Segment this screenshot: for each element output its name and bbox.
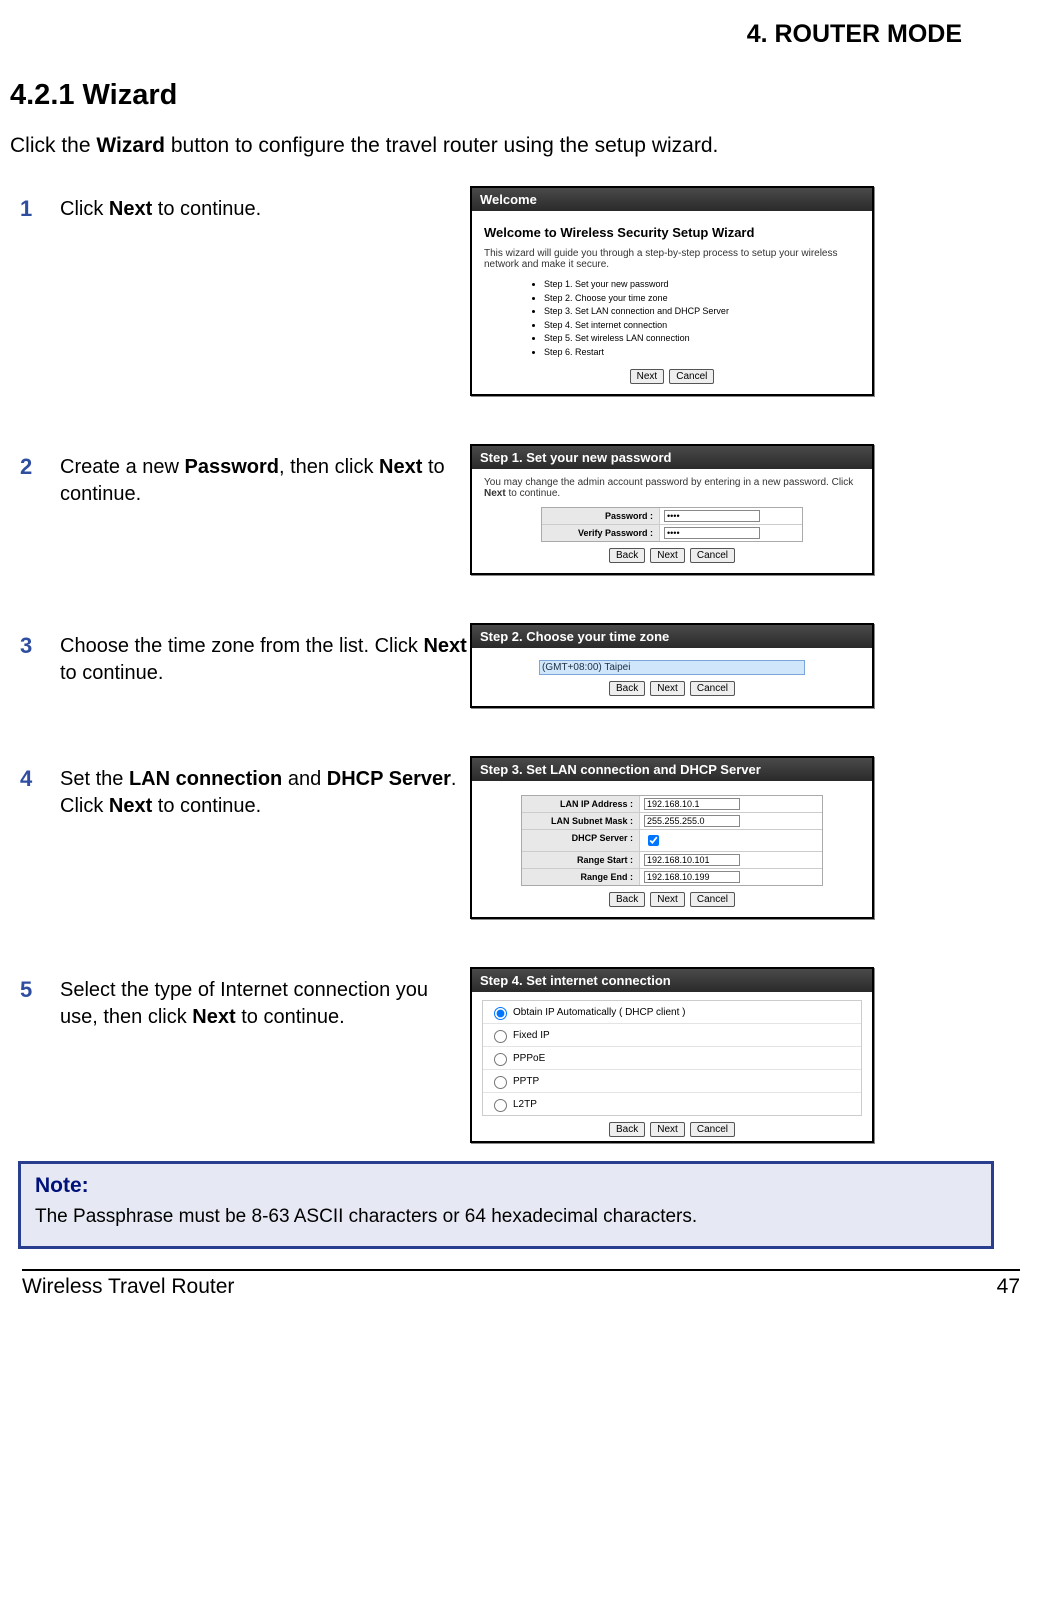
cancel-button[interactable]: Cancel (690, 1122, 735, 1137)
radio-label: L2TP (513, 1099, 537, 1110)
range-end-input[interactable] (644, 871, 740, 883)
note-body: The Passphrase must be 8-63 ASCII charac… (35, 1206, 977, 1228)
next-button[interactable]: Next (630, 369, 665, 384)
section-title: 4.2.1 Wizard (10, 79, 1002, 112)
window-titlebar: Step 1. Set your new password (472, 446, 872, 469)
step-number: 3 (10, 633, 60, 659)
next-button[interactable]: Next (650, 681, 685, 696)
step-number: 5 (10, 977, 60, 1003)
intro-post: button to configure the travel router us… (165, 134, 718, 157)
step-description: Select the type of Internet connection y… (60, 977, 470, 1031)
note-title: Note: (35, 1174, 977, 1198)
list-item: Step 4. Set internet connection (544, 319, 860, 333)
dhcp-server-label: DHCP Server : (522, 830, 640, 851)
password-instructions: You may change the admin account passwor… (484, 477, 860, 499)
next-button[interactable]: Next (650, 1122, 685, 1137)
intro-pre: Click the (10, 134, 96, 157)
back-button[interactable]: Back (609, 1122, 645, 1137)
screenshot-timezone: Step 2. Choose your time zone (GMT+08:00… (470, 623, 874, 708)
range-start-label: Range Start : (522, 852, 640, 868)
window-titlebar: Welcome (472, 188, 872, 211)
password-label: Password : (542, 508, 660, 524)
list-item: Step 2. Choose your time zone (544, 292, 860, 306)
next-button[interactable]: Next (650, 548, 685, 563)
list-item: Step 5. Set wireless LAN connection (544, 332, 860, 346)
lan-ip-input[interactable] (644, 798, 740, 810)
chapter-header: 4. ROUTER MODE (10, 20, 962, 49)
lan-subnet-input[interactable] (644, 815, 740, 827)
note-box: Note: The Passphrase must be 8-63 ASCII … (18, 1161, 994, 1249)
intro-bold: Wizard (96, 134, 165, 157)
radio-l2tp[interactable] (494, 1099, 507, 1112)
dhcp-server-checkbox[interactable] (648, 835, 659, 846)
intro-paragraph: Click the Wizard button to configure the… (10, 134, 1002, 158)
cancel-button[interactable]: Cancel (690, 892, 735, 907)
cancel-button[interactable]: Cancel (690, 548, 735, 563)
password-input[interactable] (664, 510, 760, 522)
page-footer: Wireless Travel Router 47 (22, 1269, 1020, 1299)
wizard-subtitle: This wizard will guide you through a ste… (484, 248, 860, 270)
radio-fixed-ip[interactable] (494, 1030, 507, 1043)
window-titlebar: Step 3. Set LAN connection and DHCP Serv… (472, 758, 872, 781)
window-titlebar: Step 4. Set internet connection (472, 969, 872, 992)
list-item: Step 1. Set your new password (544, 278, 860, 292)
radio-dhcp-client[interactable] (494, 1007, 507, 1020)
next-button[interactable]: Next (650, 892, 685, 907)
back-button[interactable]: Back (609, 548, 645, 563)
back-button[interactable]: Back (609, 681, 645, 696)
list-item: Step 6. Restart (544, 346, 860, 360)
step-description: Create a new Password, then click Next t… (60, 454, 470, 508)
radio-pppoe[interactable] (494, 1053, 507, 1066)
radio-pptp[interactable] (494, 1076, 507, 1089)
timezone-select[interactable]: (GMT+08:00) Taipei (539, 660, 805, 675)
screenshot-lan-dhcp: Step 3. Set LAN connection and DHCP Serv… (470, 756, 874, 919)
step-4: 4 Set the LAN connection and DHCP Server… (10, 756, 1002, 919)
step-description: Choose the time zone from the list. Clic… (60, 633, 470, 687)
screenshot-internet-conn: Step 4. Set internet connection Obtain I… (470, 967, 874, 1143)
step-description: Click Next to continue. (60, 196, 261, 223)
lan-ip-label: LAN IP Address : (522, 796, 640, 812)
range-start-input[interactable] (644, 854, 740, 866)
wizard-heading: Welcome to Wireless Security Setup Wizar… (484, 225, 860, 240)
cancel-button[interactable]: Cancel (690, 681, 735, 696)
verify-password-label: Verify Password : (542, 525, 660, 541)
step-number: 1 (10, 196, 60, 222)
verify-password-input[interactable] (664, 527, 760, 539)
footer-left: Wireless Travel Router (22, 1275, 234, 1299)
radio-label: PPTP (513, 1076, 539, 1087)
cancel-button[interactable]: Cancel (669, 369, 714, 384)
page-number: 47 (997, 1275, 1020, 1299)
step-3: 3 Choose the time zone from the list. Cl… (10, 623, 1002, 708)
step-number: 4 (10, 766, 60, 792)
screenshot-welcome: Welcome Welcome to Wireless Security Set… (470, 186, 874, 396)
step-1: 1 Click Next to continue. Welcome Welcom… (10, 186, 1002, 396)
step-5: 5 Select the type of Internet connection… (10, 967, 1002, 1143)
window-titlebar: Step 2. Choose your time zone (472, 625, 872, 648)
radio-label: Obtain IP Automatically ( DHCP client ) (513, 1007, 685, 1018)
lan-subnet-label: LAN Subnet Mask : (522, 813, 640, 829)
step-2: 2 Create a new Password, then click Next… (10, 444, 1002, 575)
radio-label: Fixed IP (513, 1030, 550, 1041)
screenshot-password: Step 1. Set your new password You may ch… (470, 444, 874, 575)
list-item: Step 3. Set LAN connection and DHCP Serv… (544, 305, 860, 319)
step-description: Set the LAN connection and DHCP Server. … (60, 766, 470, 820)
wizard-steps-list: Step 1. Set your new password Step 2. Ch… (544, 278, 860, 359)
range-end-label: Range End : (522, 869, 640, 885)
step-number: 2 (10, 454, 60, 480)
radio-label: PPPoE (513, 1053, 545, 1064)
back-button[interactable]: Back (609, 892, 645, 907)
